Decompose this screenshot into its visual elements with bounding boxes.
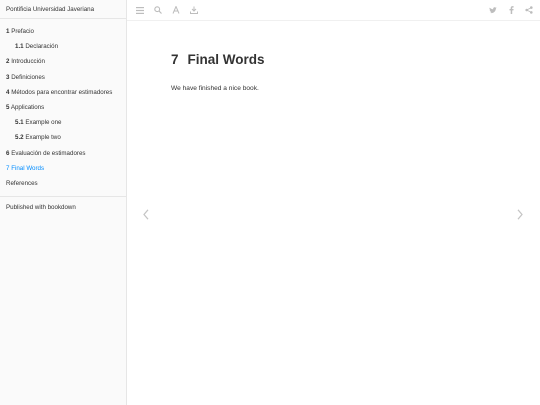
toc-number: 1 (6, 28, 10, 35)
toc-item-evaluacion[interactable]: 6 Evaluación de estimadores (0, 146, 126, 161)
published-with-link[interactable]: Published with bookdown (0, 201, 126, 215)
facebook-icon[interactable] (506, 5, 516, 15)
toc-label: Example one (25, 119, 62, 127)
previous-page-arrow-icon[interactable] (141, 207, 151, 221)
toc-number: 2 (6, 58, 10, 66)
toc-number: 7 (6, 164, 10, 172)
toc-item-prefacio[interactable]: 1 Prefacio (0, 24, 126, 39)
next-page-arrow-icon[interactable] (515, 207, 525, 221)
edit-icon[interactable] (189, 5, 199, 15)
toc-label: Métodos para encontrar estimadores (11, 88, 113, 96)
table-of-contents: 1 Prefacio 1.1 Declaración 2 Introducció… (0, 19, 126, 191)
menu-icon[interactable] (135, 5, 145, 15)
toc-label: Evaluación de estimadores (11, 149, 86, 157)
toc-label: References (6, 179, 38, 187)
toc-label: Final Words (11, 164, 45, 172)
toc-label: Example two (25, 134, 61, 142)
toc-item-declaracion[interactable]: 1.1 Declaración (0, 39, 126, 54)
sidebar: Pontificia Universidad Javeriana 1 Prefa… (0, 0, 127, 405)
toc-item-example-one[interactable]: 5.1 Example one (0, 115, 126, 130)
toc-number: 3 (6, 73, 10, 81)
toc-number: 5 (6, 103, 10, 111)
toc-label: Applications (10, 103, 45, 111)
toc-label: Prefacio (11, 28, 34, 35)
toc-item-introduccion[interactable]: 2 Introducción (0, 54, 126, 69)
toc-label: Declaración (25, 43, 59, 51)
toc-number: 6 (6, 149, 10, 157)
toc-number: 5.2 (15, 134, 24, 142)
toc-item-applications[interactable]: 5 Applications (0, 100, 126, 115)
chapter-number: 7 (171, 52, 179, 67)
toc-item-references[interactable]: References (0, 176, 126, 191)
font-icon[interactable] (171, 5, 181, 15)
book-title[interactable]: Pontificia Universidad Javeriana (0, 0, 126, 19)
share-icon[interactable] (524, 5, 534, 15)
sidebar-divider (0, 196, 126, 198)
toolbar (127, 0, 540, 21)
twitter-icon[interactable] (488, 5, 498, 15)
search-icon[interactable] (153, 5, 163, 15)
toc-label: Definiciones (11, 73, 45, 81)
main-content: 7 Final Words We have finished a nice boo… (127, 21, 540, 405)
toc-number: 5.1 (15, 119, 24, 127)
toc-item-definiciones[interactable]: 3 Definiciones (0, 70, 126, 85)
toc-item-metodos[interactable]: 4 Métodos para encontrar estimadores (0, 85, 126, 100)
toc-item-example-two[interactable]: 5.2 Example two (0, 130, 126, 145)
toc-number: 1.1 (15, 43, 24, 51)
toc-label: Introducción (11, 58, 45, 66)
body-paragraph: We have finished a nice book. (171, 85, 259, 92)
chapter-title: 7 Final Words (171, 52, 265, 67)
toc-item-final-words[interactable]: 7 Final Words (0, 161, 126, 176)
toc-number: 4 (6, 88, 10, 96)
chapter-title-text: Final Words (187, 52, 265, 67)
